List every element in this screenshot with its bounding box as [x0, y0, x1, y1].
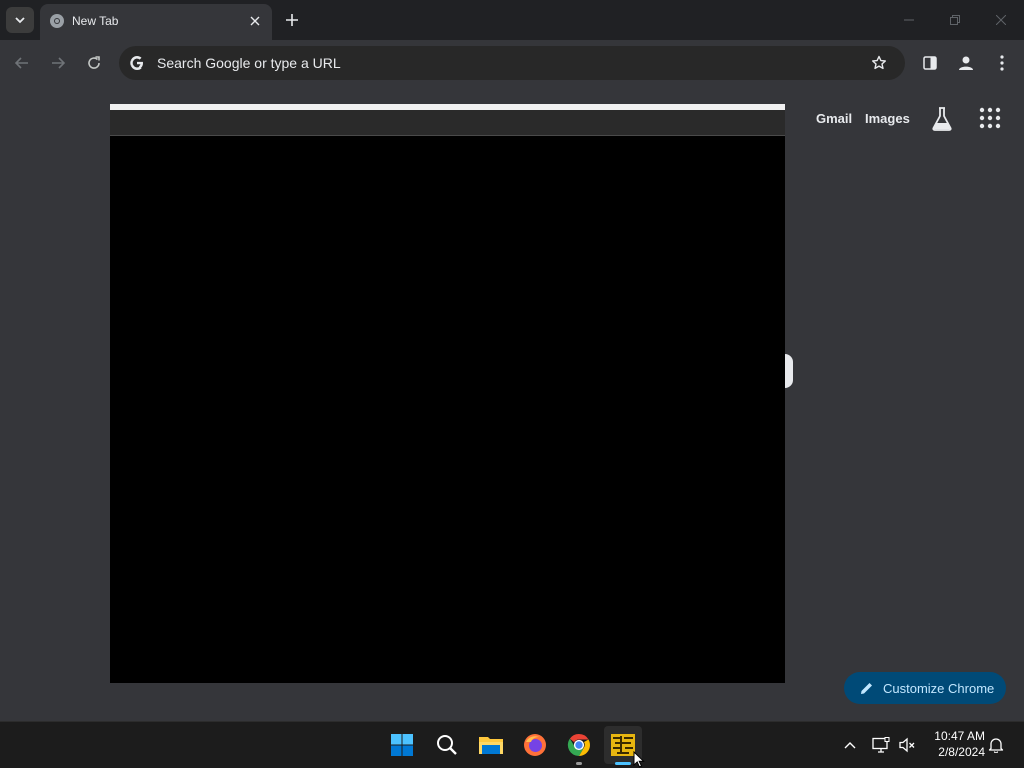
network-button[interactable]	[871, 735, 891, 755]
chrome-button[interactable]	[564, 730, 594, 760]
file-explorer-button[interactable]	[476, 730, 506, 760]
forward-button[interactable]	[44, 49, 72, 77]
star-icon	[872, 55, 886, 70]
address-bar[interactable]: Search Google or type a URL	[119, 46, 905, 80]
chrome-favicon-icon	[50, 14, 64, 28]
tab-title: New Tab	[72, 14, 119, 28]
tab-new-tab[interactable]: New Tab	[40, 4, 272, 40]
chrome-running-indicator	[576, 762, 582, 765]
side-panel-button[interactable]	[918, 51, 942, 75]
volume-muted-icon	[899, 737, 915, 753]
tab-search-button[interactable]	[6, 7, 34, 33]
restore-icon	[950, 15, 960, 25]
back-button[interactable]	[8, 49, 36, 77]
start-button[interactable]	[387, 730, 417, 760]
profile-icon	[959, 56, 973, 70]
file-explorer-icon	[479, 737, 503, 754]
side-panel-handle[interactable]	[785, 354, 793, 388]
more-vertical-icon	[1000, 55, 1004, 71]
taskbar: 10:47 AM 2/8/2024	[0, 721, 1024, 768]
side-panel-icon	[923, 56, 937, 70]
mouse-cursor-icon	[633, 751, 645, 768]
reload-button[interactable]	[80, 49, 108, 77]
network-icon	[872, 737, 890, 753]
active-app-indicator	[615, 762, 631, 765]
search-icon	[437, 735, 457, 755]
labs-flask-icon[interactable]	[930, 106, 954, 132]
menu-button[interactable]	[990, 51, 1014, 75]
customize-chrome-button[interactable]: Customize Chrome	[844, 672, 1006, 704]
bookmark-button[interactable]	[869, 53, 889, 73]
chevron-down-icon	[15, 17, 25, 24]
taskbar-clock[interactable]: 10:47 AM 2/8/2024	[925, 728, 985, 760]
restore-button[interactable]	[940, 6, 970, 34]
clock-date: 2/8/2024	[938, 745, 985, 759]
notifications-button[interactable]	[986, 735, 1006, 755]
google-g-icon	[130, 56, 143, 70]
pencil-icon	[861, 683, 872, 694]
black-overlay-window	[110, 104, 785, 683]
arrow-left-icon	[14, 57, 28, 69]
chevron-up-icon	[844, 742, 856, 749]
firefox-icon	[524, 734, 546, 756]
profile-button[interactable]	[954, 51, 978, 75]
new-tab-button[interactable]	[280, 8, 304, 32]
clock-time: 10:47 AM	[934, 729, 985, 743]
images-link[interactable]: Images	[865, 111, 910, 126]
taskbar-search-button[interactable]	[432, 730, 462, 760]
arrow-right-icon	[52, 57, 66, 69]
customize-chrome-label: Customize Chrome	[883, 681, 995, 696]
minimize-button[interactable]	[894, 6, 924, 34]
window-close-button[interactable]	[986, 6, 1016, 34]
reload-icon	[88, 56, 100, 69]
browser-toolbar: Search Google or type a URL	[0, 40, 1024, 86]
new-tab-page: Gmail Images Customize Chrome	[0, 86, 1024, 721]
plus-icon	[286, 14, 298, 26]
close-icon	[996, 15, 1006, 25]
tab-close-button[interactable]	[246, 12, 264, 30]
chrome-icon	[567, 733, 590, 757]
omnibox-placeholder: Search Google or type a URL	[157, 55, 341, 71]
google-apps-icon[interactable]	[979, 107, 1001, 129]
bell-icon	[988, 738, 1004, 753]
firefox-button[interactable]	[520, 730, 550, 760]
tab-strip: New Tab	[0, 0, 1024, 40]
close-icon	[250, 16, 260, 26]
show-hidden-icons-button[interactable]	[840, 735, 860, 755]
volume-button[interactable]	[897, 735, 917, 755]
start-icon	[391, 734, 413, 756]
overlay-title-bar	[110, 110, 785, 136]
minimize-icon	[904, 19, 914, 21]
gmail-link[interactable]: Gmail	[816, 111, 852, 126]
